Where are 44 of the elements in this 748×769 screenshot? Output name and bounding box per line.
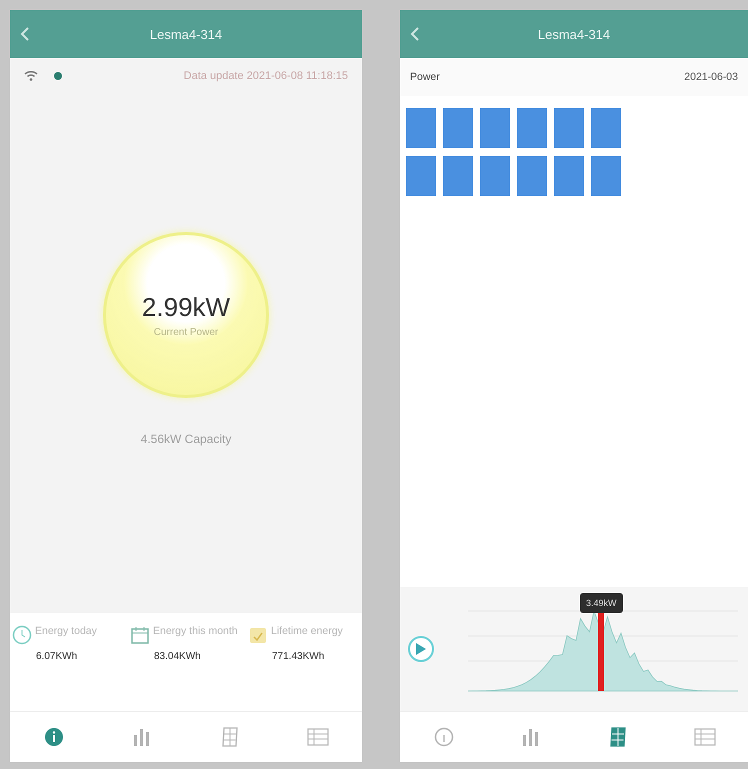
solar-panel-tile[interactable] — [554, 156, 584, 196]
solar-panel-tile[interactable] — [591, 108, 621, 148]
list-icon — [307, 728, 329, 746]
info-icon — [434, 727, 454, 747]
calendar-icon — [130, 625, 150, 645]
wifi-icon — [24, 71, 38, 81]
date-selector[interactable]: 2021-06-03 — [684, 71, 738, 83]
screen-title: Lesma4-314 — [536, 26, 612, 42]
update-time: Data update 2021-06-08 11:18:15 — [184, 70, 348, 82]
solar-panel-tile[interactable] — [480, 156, 510, 196]
stat-label: Energy today — [35, 625, 98, 639]
stat-value: 83.04KWh — [153, 651, 202, 662]
solar-panel-tile[interactable] — [554, 108, 584, 148]
screen-title: Lesma4-314 — [148, 26, 224, 42]
solar-panel-tile[interactable] — [517, 156, 547, 196]
back-chevron-icon — [20, 26, 30, 42]
solar-panel-tile[interactable] — [517, 108, 547, 148]
bar-chart-icon — [522, 727, 540, 747]
info-icon — [44, 727, 64, 747]
solar-panel-tile[interactable] — [443, 156, 473, 196]
solar-panel-tile[interactable] — [591, 156, 621, 196]
clock-icon — [12, 625, 32, 645]
power-value: 2.99kW — [142, 292, 230, 322]
status-dot — [54, 72, 62, 80]
stat-value: 771.43KWh — [271, 651, 326, 662]
solar-panel-tile[interactable] — [406, 156, 436, 196]
power-label: Current Power — [154, 326, 218, 338]
list-icon — [694, 728, 716, 746]
solar-panel-icon — [221, 727, 239, 747]
play-icon — [416, 643, 426, 655]
stat-value: 6.07KWh — [35, 651, 78, 662]
stat-label: Lifetime energy — [271, 625, 344, 639]
energy-box-icon — [248, 625, 268, 645]
bar-chart-icon — [133, 727, 151, 747]
capacity-text: 4.56kW Capacity — [140, 432, 232, 446]
chart-tooltip: 3.49kW — [580, 593, 623, 613]
stat-label: Energy this month — [153, 625, 239, 639]
solar-panel-tile[interactable] — [480, 108, 510, 148]
solar-panel-tile[interactable] — [406, 108, 436, 148]
play-button[interactable] — [408, 636, 434, 662]
solar-panel-icon — [608, 727, 626, 747]
back-chevron-icon — [410, 26, 420, 42]
solar-panel-tile[interactable] — [443, 108, 473, 148]
metric-selector[interactable]: Power — [410, 71, 440, 83]
